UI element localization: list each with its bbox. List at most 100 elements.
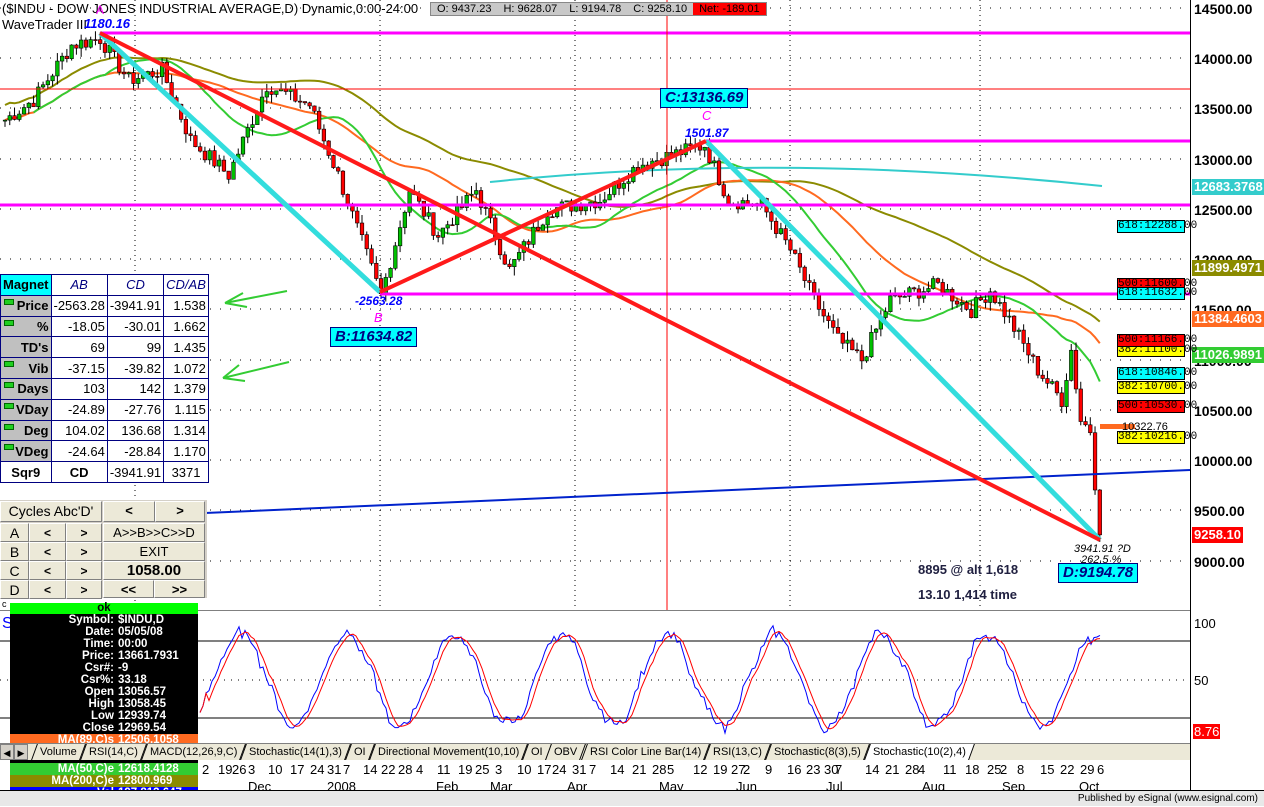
osc-tick-50: 50 xyxy=(1194,673,1209,688)
cycle-left-button[interactable]: < xyxy=(29,580,66,599)
cd-value: 142 xyxy=(106,377,165,400)
cycle-forward-button[interactable]: >> xyxy=(154,580,205,598)
arrow-icon xyxy=(224,290,288,308)
row-label-text: Deg xyxy=(23,422,49,438)
candle-body xyxy=(621,183,626,189)
candle-body xyxy=(93,39,98,41)
ab-value: -24.89 xyxy=(50,398,108,421)
data-value: -9 xyxy=(118,662,129,674)
candle-body xyxy=(1045,378,1050,384)
b-point-box: B:11634.82 xyxy=(330,327,418,347)
ma200-row: MA(200,C)e 12800.969 xyxy=(10,775,198,787)
tab-macd-12-26-9-c-[interactable]: MACD(12,26,9,C) xyxy=(140,744,246,760)
price-tick: 12500.00 xyxy=(1194,202,1253,218)
magnet-row-label: Days xyxy=(0,377,52,400)
level-10322-label: 10322.76 xyxy=(1122,421,1168,433)
sequence-button[interactable]: A>>B>>C>>D xyxy=(103,523,205,542)
candle-body xyxy=(436,235,441,238)
tab-directional-movement-10-10-[interactable]: Directional Movement(10,10) xyxy=(368,744,528,760)
net-change-value: Net: -189.01 xyxy=(693,3,766,15)
cycle-point-a[interactable]: A xyxy=(0,523,29,542)
scroll-right-button[interactable]: ▶ xyxy=(14,744,28,760)
cycle-left-button[interactable]: < xyxy=(29,542,66,561)
candle-body xyxy=(536,226,541,231)
cycle-value-field[interactable]: 1058.00 xyxy=(103,561,205,580)
cycle-right-button[interactable]: > xyxy=(66,542,102,561)
candle-body xyxy=(964,302,969,310)
candle-body xyxy=(702,146,707,151)
cycle-right-button[interactable]: > xyxy=(66,561,102,580)
data-value: 13661.7931 xyxy=(118,650,179,662)
candle-body xyxy=(1007,315,1012,318)
candle-body xyxy=(816,293,822,310)
cycle-left-button[interactable]: < xyxy=(29,561,66,580)
candle-body xyxy=(1040,374,1045,379)
candle-body xyxy=(317,110,322,130)
ab-value: 103 xyxy=(50,377,108,400)
tab-volume[interactable]: Volume xyxy=(31,744,86,760)
price-tick: 14500.00 xyxy=(1194,1,1253,17)
tab-obv[interactable]: OBV xyxy=(545,744,587,760)
high-value: H: 9628.07 xyxy=(503,3,558,15)
tab-stochastic-14-1-3-[interactable]: Stochastic(14(1),3) xyxy=(240,744,351,760)
candle-body xyxy=(136,78,141,84)
cycle-left-button[interactable]: < xyxy=(29,523,66,542)
candle-body xyxy=(340,170,346,195)
ab-header: AB xyxy=(50,274,108,296)
candle-body xyxy=(512,259,517,267)
candle-body xyxy=(250,124,255,128)
price-tick: 9000.00 xyxy=(1194,554,1245,570)
date-tick: 10 xyxy=(268,762,283,777)
candle-body xyxy=(935,278,941,283)
tab-rsi-13-c-[interactable]: RSI(13,C) xyxy=(704,744,771,760)
candle-body xyxy=(226,170,231,180)
data-value: 00:00 xyxy=(118,638,148,650)
cycle-point-d[interactable]: D xyxy=(0,580,29,599)
tab-label: RSI(13,C) xyxy=(712,746,762,758)
cycle-point-b[interactable]: B xyxy=(0,542,29,561)
date-tick: 3 xyxy=(495,762,503,777)
candle-body xyxy=(864,356,869,362)
candle-body xyxy=(1059,392,1064,407)
candle-body xyxy=(212,150,217,167)
tab-stochastic-10-2-4-[interactable]: Stochastic(10(2),4) xyxy=(863,744,975,760)
data-key: Close xyxy=(82,722,114,734)
cycles-title-button[interactable]: Cycles Abc'D' xyxy=(0,501,102,522)
candle-body xyxy=(2,119,8,122)
fib-level-box: 500:10530.00 xyxy=(1117,400,1198,413)
cycle-right-button[interactable]: > xyxy=(66,523,102,542)
tab-stochastic-8-3-5-[interactable]: Stochastic(8(3),5) xyxy=(764,744,870,760)
sqr9-label: Sqr9 xyxy=(0,461,52,483)
row-label-text: Vib xyxy=(28,360,49,376)
candle-body xyxy=(1031,354,1036,357)
tab-rsi-color-line-bar-14-[interactable]: RSI Color Line Bar(14) xyxy=(580,744,710,760)
candle-body xyxy=(259,96,265,113)
date-tick: 17 xyxy=(290,762,305,777)
candle-body xyxy=(973,297,979,318)
close-value: C: 9258.10 xyxy=(633,3,688,15)
scroll-left-button[interactable]: ◀ xyxy=(0,744,14,760)
date-tick: 9 xyxy=(765,762,773,777)
wave-label-text: WaveTrader III xyxy=(2,17,88,32)
exit-button[interactable]: EXIT xyxy=(103,542,205,561)
candle-body xyxy=(245,127,250,138)
candle-body xyxy=(602,199,607,203)
cycle-point-c[interactable]: C xyxy=(0,561,29,580)
date-tick: 15 xyxy=(1040,762,1055,777)
tab-label: Stochastic(8(3),5) xyxy=(773,746,861,758)
flag-icon xyxy=(4,298,14,305)
ab-value: -2563.28 xyxy=(50,294,108,317)
cycle-back-button[interactable]: << xyxy=(103,580,154,598)
candle-body xyxy=(778,228,783,234)
cycles-next-button[interactable]: > xyxy=(155,501,205,522)
candle-body xyxy=(469,193,474,196)
ratio-value: 1.314 xyxy=(163,419,209,442)
cd-leg xyxy=(704,139,1102,542)
cycles-prev-button[interactable]: < xyxy=(103,501,155,522)
candle-body xyxy=(983,299,988,303)
candle-body xyxy=(21,107,27,115)
cycle-right-button[interactable]: > xyxy=(66,580,102,599)
osc-tick-100: 100 xyxy=(1194,616,1216,631)
candle-body xyxy=(845,339,850,344)
tab-rsi-14-c-[interactable]: RSI(14,C) xyxy=(79,744,147,760)
